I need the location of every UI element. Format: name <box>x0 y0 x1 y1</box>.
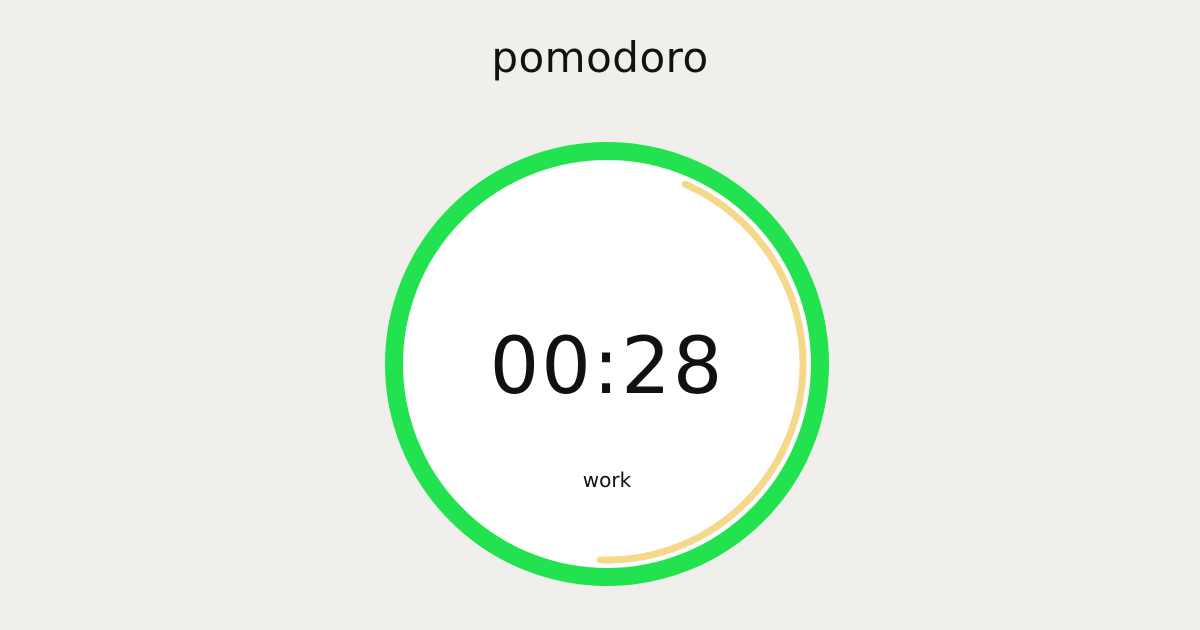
app-title: pomodoro <box>491 33 709 82</box>
mode-label[interactable]: work <box>385 466 829 494</box>
time-readout[interactable]: 00:28 <box>385 322 829 412</box>
pomodoro-page: pomodoro 00:28 work <box>0 0 1200 630</box>
